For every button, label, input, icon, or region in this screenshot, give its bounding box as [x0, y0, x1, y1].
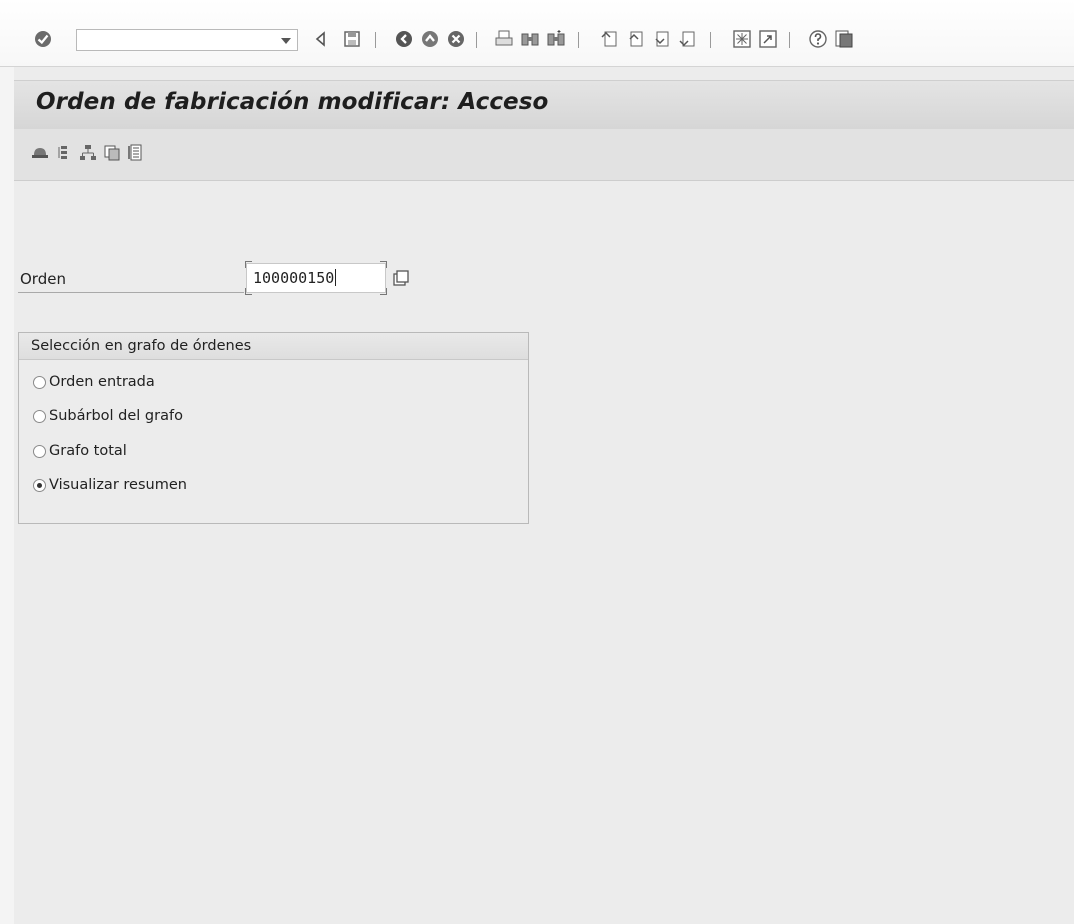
- network-graph-icon[interactable]: [78, 143, 98, 163]
- enter-icon[interactable]: [32, 28, 54, 50]
- application-toolbar: [14, 129, 1074, 181]
- layout-menu-icon[interactable]: [833, 28, 855, 50]
- print-icon[interactable]: [493, 28, 515, 50]
- radio-label: Visualizar resumen: [49, 477, 187, 493]
- detail-list-icon[interactable]: [126, 143, 146, 163]
- order-value: 100000150: [253, 269, 337, 287]
- exit-icon[interactable]: [419, 28, 441, 50]
- radio-button[interactable]: [33, 375, 46, 389]
- title-bar: Orden de fabricación modificar: Acceso: [14, 80, 1074, 130]
- find-icon[interactable]: [519, 28, 541, 50]
- toolbar-separator: [578, 32, 579, 48]
- toolbar-separator: [375, 32, 376, 48]
- next-page-icon[interactable]: [650, 28, 672, 50]
- radio-subarbol-grafo[interactable]: Subárbol del grafo: [33, 405, 183, 427]
- window-left-edge: [0, 66, 14, 924]
- previous-page-icon[interactable]: [624, 28, 646, 50]
- find-next-icon[interactable]: [545, 28, 567, 50]
- command-input[interactable]: [81, 31, 275, 52]
- radio-label: Grafo total: [49, 443, 127, 459]
- standard-toolbar: [0, 0, 1074, 67]
- radio-button[interactable]: [33, 409, 46, 423]
- new-session-icon[interactable]: [731, 28, 753, 50]
- page-title: Orden de fabricación modificar: Acceso: [36, 89, 549, 115]
- group-title: Selección en grafo de órdenes: [31, 338, 252, 354]
- chevron-down-icon[interactable]: [281, 38, 291, 44]
- hat-icon[interactable]: [30, 143, 50, 163]
- hierarchy-vertical-icon[interactable]: [54, 143, 74, 163]
- order-label-underline: [18, 292, 244, 293]
- save-icon[interactable]: [341, 28, 363, 50]
- back-arrow-icon[interactable]: [393, 28, 415, 50]
- last-page-icon[interactable]: [676, 28, 698, 50]
- radio-label: Subárbol del grafo: [49, 408, 183, 424]
- first-page-icon[interactable]: [598, 28, 620, 50]
- text-caret: [335, 269, 337, 286]
- order-label: Orden: [20, 270, 66, 288]
- match-code-icon[interactable]: [391, 268, 411, 288]
- back-icon[interactable]: [310, 28, 332, 50]
- order-input[interactable]: 100000150: [245, 261, 387, 295]
- order-graph-selection-group: Selección en grafo de órdenes Orden entr…: [18, 332, 529, 524]
- command-field[interactable]: [76, 29, 298, 52]
- radio-button[interactable]: [33, 478, 46, 492]
- radio-grafo-total[interactable]: Grafo total: [33, 440, 127, 462]
- help-icon[interactable]: [807, 28, 829, 50]
- toolbar-separator: [789, 32, 790, 48]
- shortcut-icon[interactable]: [757, 28, 779, 50]
- copy-icon[interactable]: [102, 143, 122, 163]
- toolbar-separator: [476, 32, 477, 48]
- group-title-bar: Selección en grafo de órdenes: [19, 333, 528, 360]
- toolbar-separator: [710, 32, 711, 48]
- radio-visualizar-resumen[interactable]: Visualizar resumen: [33, 474, 187, 496]
- radio-orden-entrada[interactable]: Orden entrada: [33, 371, 155, 393]
- radio-label: Orden entrada: [49, 374, 155, 390]
- radio-button[interactable]: [33, 444, 46, 458]
- cancel-icon[interactable]: [445, 28, 467, 50]
